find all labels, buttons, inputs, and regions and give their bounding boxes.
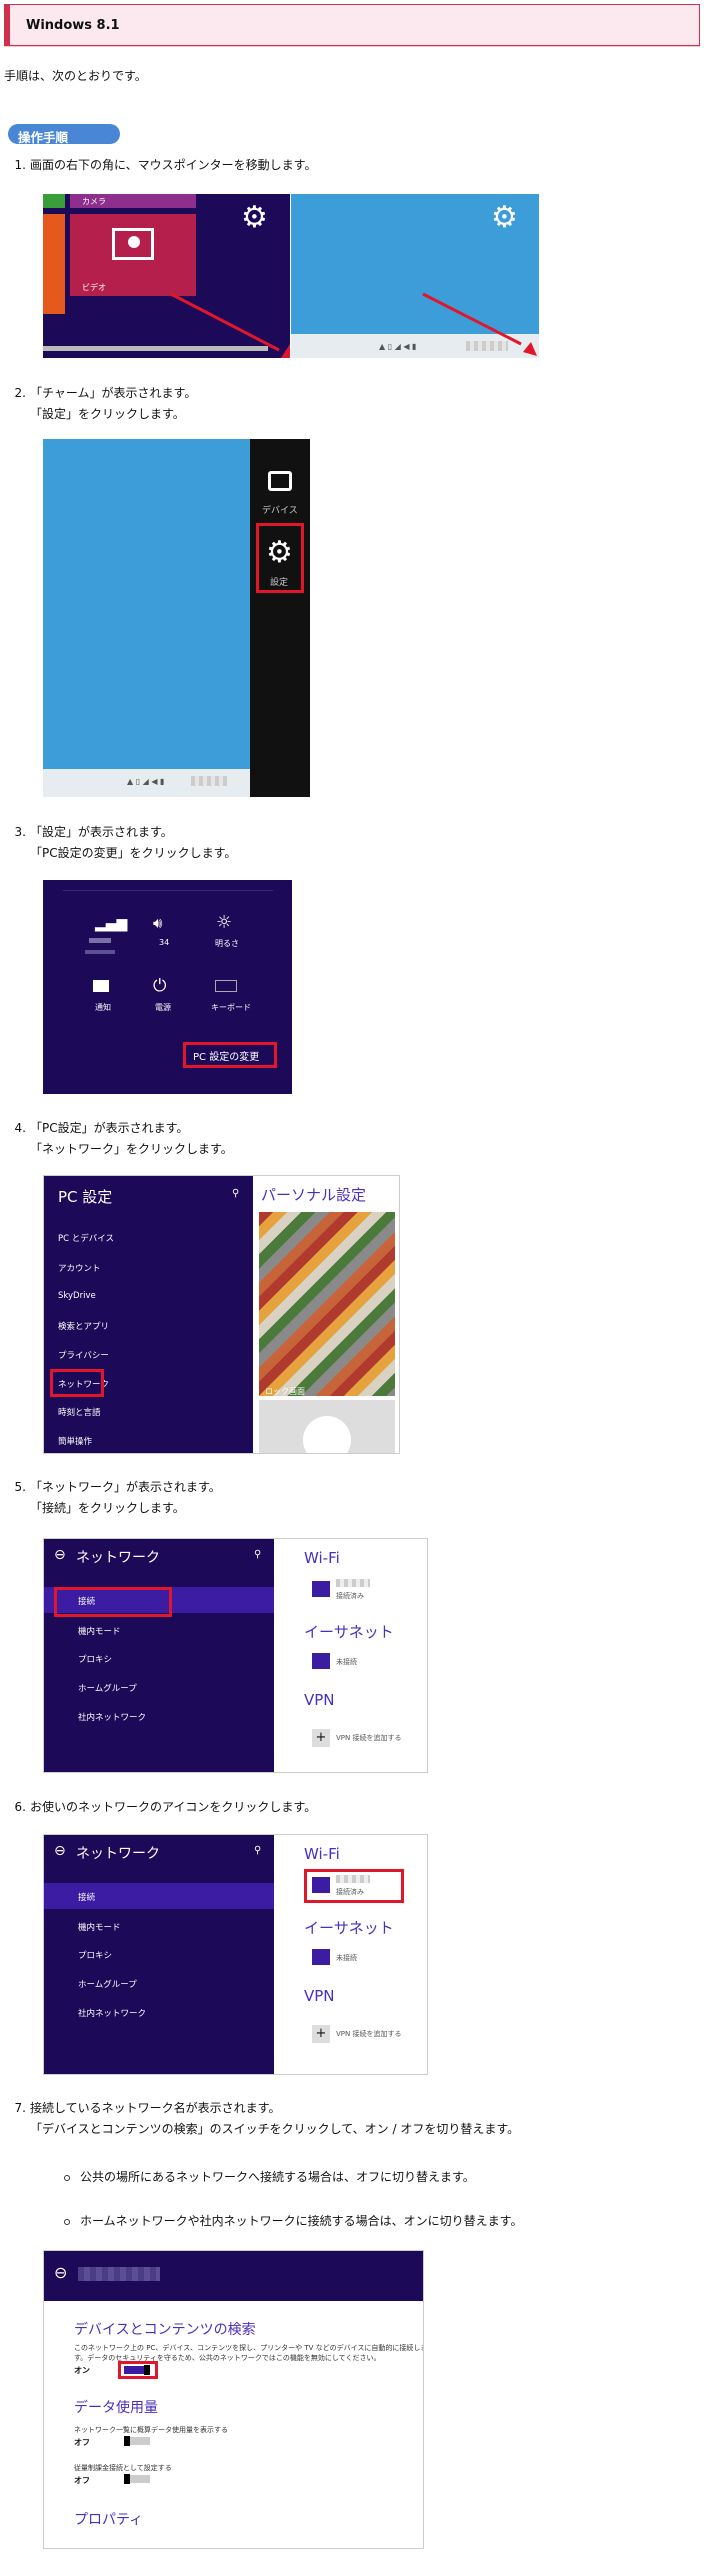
wifi-highlight: [304, 1869, 404, 1903]
bullet-home: ホームネットワークや社内ネットワークに接続する場合は、オンに切り替えます。: [64, 2212, 522, 2229]
step6-screenshot: ⊖ ネットワーク ⚲ 接続 機内モード プロキシ ホームグループ 社内ネットワー…: [43, 1834, 428, 2075]
menu-item[interactable]: PC とデバイス: [58, 1232, 114, 1244]
menu-item[interactable]: ホームグループ: [78, 1682, 137, 1694]
step4-screenshot: PC 設定 ⚲ PC とデバイス アカウント SkyDrive 検索とアプリ プ…: [43, 1175, 400, 1454]
pc-settings-link[interactable]: PC 設定の変更: [193, 1048, 259, 1063]
menu-item[interactable]: 時刻と言語: [58, 1406, 101, 1418]
step-3: 3. 「設定」が表示されます。 「PC設定の変更」をクリックします。: [14, 825, 237, 860]
bullet-public: 公共の場所にあるネットワークへ接続する場合は、オフに切り替えます。: [64, 2168, 475, 2185]
menu-item[interactable]: プロキシ: [78, 1949, 112, 1961]
menu-item[interactable]: SkyDrive: [58, 1291, 96, 1301]
menu-item[interactable]: プライバシー: [58, 1349, 109, 1361]
page-header: Windows 8.1: [4, 4, 700, 46]
metered-toggle[interactable]: [124, 2474, 150, 2484]
page-title: Windows 8.1: [26, 18, 120, 33]
usage-toggle[interactable]: [124, 2436, 150, 2446]
power-icon: ⏻: [153, 976, 167, 996]
step-6: 6. お使いのネットワークのアイコンをクリックします。: [14, 1800, 317, 1814]
add-icon[interactable]: +: [312, 1729, 330, 1747]
menu-item[interactable]: 機内モード: [78, 1625, 121, 1637]
step-7: 7. 接続しているネットワーク名が表示されます。 「デバイスとコンテンツの検索」の…: [14, 2101, 520, 2136]
brightness-icon: ☼: [216, 912, 233, 933]
section-badge: 操作手順: [8, 124, 120, 145]
menu-item[interactable]: ホームグループ: [78, 1978, 137, 1990]
back-icon[interactable]: ⊖: [54, 1547, 66, 1563]
menu-item[interactable]: プロキシ: [78, 1653, 112, 1665]
discovery-toggle[interactable]: [124, 2365, 150, 2375]
menu-item[interactable]: 簡単操作: [58, 1435, 92, 1447]
signal-icon: ▂▄▆: [95, 916, 128, 932]
menu-item[interactable]: 社内ネットワーク: [78, 1711, 146, 1723]
charm-bar: デバイス ⚙ 設定: [250, 439, 310, 797]
search-icon: ⚲: [254, 1549, 262, 1560]
lock-screen-image: [259, 1212, 395, 1396]
network-highlight: [50, 1369, 104, 1397]
step7-screenshot: ⊖ デバイスとコンテンツの検索 このネットワーク上の PC、デバイス、コンテンツ…: [43, 2250, 424, 2549]
step-4: 4. 「PC設定」が表示されます。 「ネットワーク」をクリックします。: [14, 1121, 233, 1156]
network-name-masked: [78, 2267, 160, 2281]
wifi-network-icon[interactable]: [312, 1581, 330, 1597]
back-icon[interactable]: ⊖: [54, 1843, 66, 1859]
step1-screenshot-start: カメラ ビデオ ⚙: [43, 194, 290, 358]
connection-highlight: [54, 1587, 172, 1617]
menu-item-connection[interactable]: 接続: [78, 1891, 95, 1903]
volume-icon: 🔊︎: [153, 914, 163, 932]
step-2: 2. 「チャーム」が表示されます。 「設定」をクリックします。: [14, 386, 197, 421]
step5-screenshot: ⊖ ネットワーク ⚲ 接続 機内モード プロキシ ホームグループ 社内ネットワー…: [43, 1538, 428, 1773]
back-icon[interactable]: ⊖: [54, 2263, 67, 2282]
step3-screenshot: ▂▄▆ 🔊︎ 34 ☼ 明るさ 通知 ⏻ 電源 キーボード PC 設定の変更: [43, 880, 292, 1094]
step1-screenshot-end: ⚙ ▲ ▯ ◢ ◀ ▮: [291, 194, 539, 358]
menu-item[interactable]: 機内モード: [78, 1921, 121, 1933]
personalize-title: パーソナル設定: [261, 1186, 367, 1204]
add-icon[interactable]: +: [312, 2025, 330, 2043]
menu-item[interactable]: 検索とアプリ: [58, 1320, 109, 1332]
search-icon: ⚲: [254, 1845, 262, 1856]
ethernet-icon[interactable]: [312, 1653, 330, 1669]
devices-icon: [268, 471, 292, 491]
step2-screenshot: ▲ ▯ ◢ ◀ ▮ デバイス ⚙ 設定: [43, 439, 310, 797]
step-1: 1. 画面の右下の角に、マウスポインターを移動します。: [14, 158, 317, 172]
intro-text: 手順は、次のとおりです。: [4, 69, 147, 83]
step-5: 5. 「ネットワーク」が表示されます。 「接続」をクリックします。: [14, 1480, 221, 1515]
pc-settings-title: PC 設定: [58, 1188, 113, 1206]
notify-icon: [93, 980, 109, 992]
keyboard-icon: [215, 980, 237, 992]
menu-item[interactable]: 社内ネットワーク: [78, 2007, 146, 2019]
ethernet-icon[interactable]: [312, 1949, 330, 1965]
settings-highlight: [256, 523, 304, 593]
menu-item[interactable]: アカウント: [58, 1262, 101, 1274]
search-icon: ⚲: [232, 1188, 240, 1199]
